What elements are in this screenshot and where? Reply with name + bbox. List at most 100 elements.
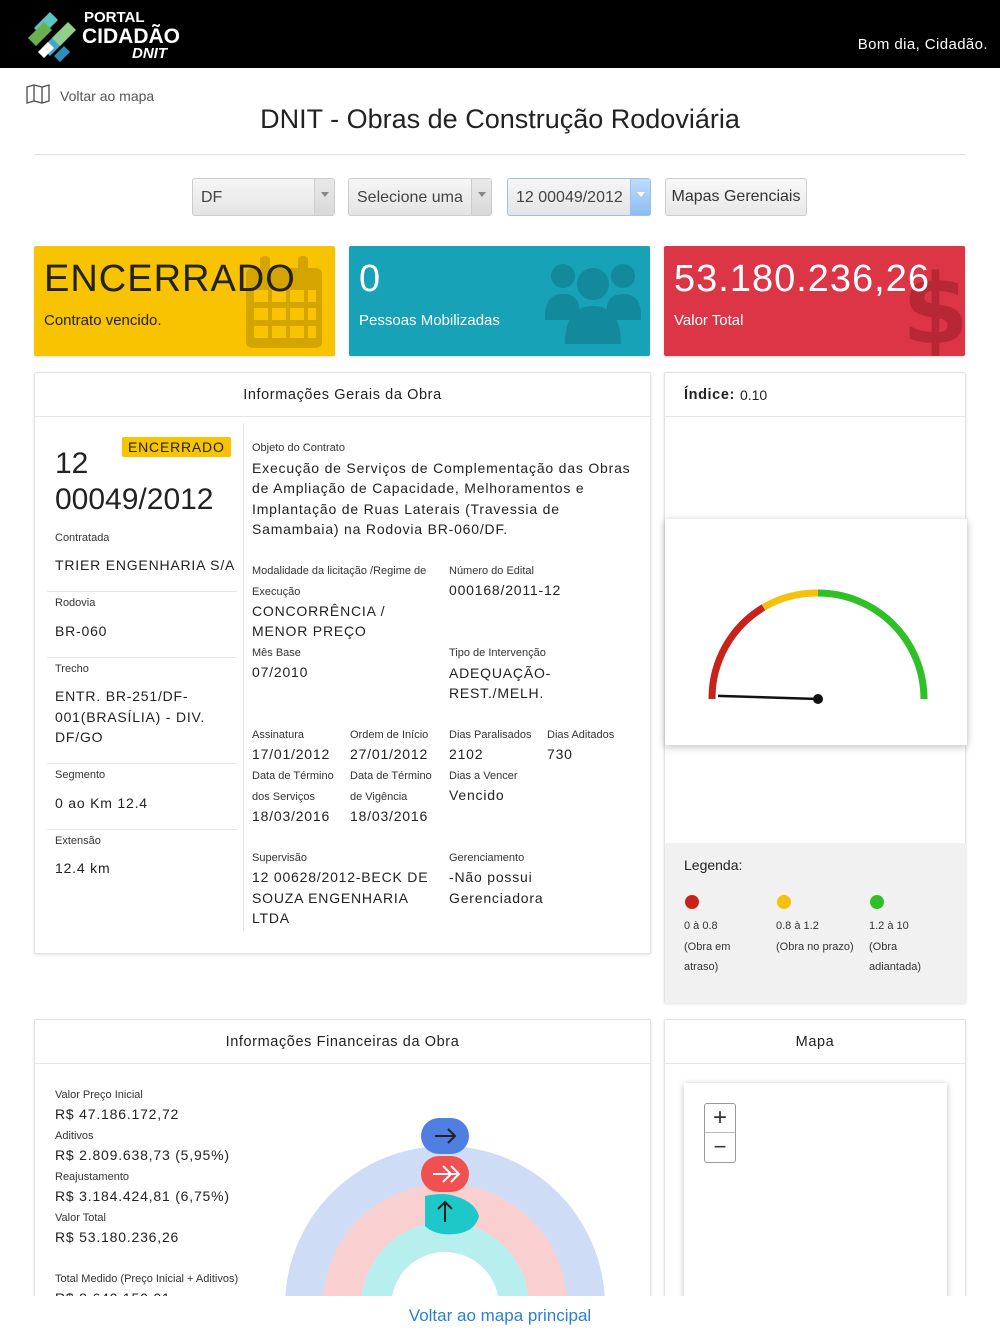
contrato-select[interactable]: 12 00049/2012 bbox=[507, 178, 651, 216]
top-bar: PORTAL CIDADÃO DNIT Bom dia, Cidadão. bbox=[0, 0, 1000, 68]
trecho-label: Trecho bbox=[55, 663, 89, 675]
back-to-main-map-link[interactable]: Voltar ao mapa principal bbox=[0, 1296, 1000, 1334]
ordem-value: 27/01/2012 bbox=[350, 746, 429, 762]
mes-base-label: Mês Base bbox=[252, 647, 301, 659]
objeto-line2: de Ampliação de Capacidade, Melhoramento… bbox=[252, 480, 585, 496]
legend-title: Legenda: bbox=[684, 857, 743, 873]
segmento-value: 0 ao Km 12.4 bbox=[55, 795, 148, 811]
rodovia-label: Rodovia bbox=[55, 597, 96, 609]
vencer-label: Dias a Vencer bbox=[449, 770, 518, 782]
rodovia-select[interactable]: Selecione uma bbox=[348, 178, 492, 216]
financial-rings-chart bbox=[285, 1118, 605, 1306]
uf-select-value: DF bbox=[201, 189, 223, 206]
objeto-line4: Samambaia) na Rodovia BR-060/DF. bbox=[252, 521, 508, 537]
gerenciamento-line1: -Não possui bbox=[449, 869, 533, 885]
gauge-yellow-segment bbox=[761, 589, 819, 611]
separator bbox=[47, 591, 237, 592]
gauge-red-segment bbox=[708, 604, 766, 700]
paralisados-label: Dias Paralisados bbox=[449, 729, 532, 741]
supervisao-line1: 12 00628/2012-BECK DE bbox=[252, 869, 429, 885]
general-info-title: Informações Gerais da Obra bbox=[35, 373, 650, 417]
map-panel: Mapa + − bbox=[664, 1019, 966, 1319]
greeting-text: Bom dia, Cidadão. bbox=[857, 36, 988, 53]
people-card: 0 Pessoas Mobilizadas bbox=[349, 246, 650, 356]
mes-base-value: 07/2010 bbox=[252, 664, 309, 680]
map-canvas[interactable]: + − bbox=[684, 1083, 947, 1318]
index-panel: Índice: 0.10 Legenda: 0 à 0.8 (Obra em a… bbox=[664, 372, 967, 1003]
uf-select[interactable]: DF bbox=[192, 178, 335, 216]
total-medido-label: Total Medido (Preço Inicial + Aditivos) bbox=[55, 1273, 239, 1285]
trecho-line1: ENTR. BR-251/DF- bbox=[55, 688, 189, 704]
index-label: Índice: bbox=[684, 386, 735, 403]
supervisao-line3: LTDA bbox=[252, 910, 290, 926]
reajustamento-label: Reajustamento bbox=[55, 1171, 129, 1183]
map-title: Mapa bbox=[665, 1020, 965, 1064]
tipo-line1: ADEQUAÇÃO- bbox=[449, 665, 552, 681]
aditivos-value: R$ 2.809.638,73 (5,95%) bbox=[55, 1147, 230, 1163]
total-value: 53.180.236,26 bbox=[674, 258, 931, 300]
index-header: Índice: 0.10 bbox=[665, 373, 965, 417]
supervisao-label: Supervisão bbox=[252, 852, 308, 864]
term-vig-value: 18/03/2016 bbox=[350, 808, 429, 824]
aditados-label: Dias Aditados bbox=[547, 729, 615, 741]
financial-info-panel: Informações Financeiras da Obra Valor Pr… bbox=[34, 1019, 651, 1319]
contract-number-line1: 12 bbox=[55, 447, 89, 480]
segmento-label: Segmento bbox=[55, 769, 106, 781]
modalidade-label-line2: Execução bbox=[252, 586, 301, 598]
term-serv-label-line2: dos Serviços bbox=[252, 791, 315, 803]
edital-value: 000168/2011-12 bbox=[449, 582, 562, 598]
map-icon bbox=[26, 84, 50, 104]
financial-info-title: Informações Financeiras da Obra bbox=[35, 1020, 650, 1064]
preco-inicial-label: Valor Preço Inicial bbox=[55, 1089, 143, 1101]
tipo-label: Tipo de Intervenção bbox=[449, 647, 546, 659]
objeto-label: Objeto do Contrato bbox=[252, 442, 345, 454]
status-value: ENCERRADO bbox=[44, 258, 296, 300]
separator bbox=[47, 763, 237, 764]
logo-line-3: DNIT bbox=[132, 45, 167, 62]
gerenciamento-line2: Gerenciadora bbox=[449, 890, 544, 906]
legend-green-range: 1.2 à 10 bbox=[869, 920, 909, 932]
aditados-value: 730 bbox=[547, 746, 573, 762]
objeto-line3: Implantação de Ruas Laterais (Travessia … bbox=[252, 501, 560, 517]
index-value: 0.10 bbox=[739, 386, 768, 403]
modalidade-line2: MENOR PREÇO bbox=[252, 623, 367, 639]
gauge-needle bbox=[717, 694, 819, 701]
zoom-out-button[interactable]: − bbox=[705, 1133, 735, 1162]
edital-label: Número do Edital bbox=[449, 565, 534, 577]
logo-line-2: CIDADÃO bbox=[82, 25, 180, 48]
legend-red-desc-2: atraso) bbox=[684, 961, 719, 973]
ordem-label: Ordem de Início bbox=[350, 729, 429, 741]
mapas-gerenciais-button[interactable]: Mapas Gerenciais bbox=[665, 178, 807, 216]
term-serv-label-line1: Data de Término bbox=[252, 770, 334, 782]
portal-logo[interactable]: PORTAL CIDADÃO DNIT bbox=[24, 6, 194, 64]
rodovia-value: BR-060 bbox=[55, 623, 108, 639]
term-vig-label-line2: de Vigência bbox=[350, 791, 408, 803]
legend-green-desc-2: adiantada) bbox=[869, 961, 921, 973]
separator bbox=[47, 657, 237, 658]
legend-yellow-range: 0.8 à 1.2 bbox=[776, 920, 819, 932]
users-icon bbox=[545, 264, 641, 344]
legend-red-range: 0 à 0.8 bbox=[684, 920, 718, 932]
chevron-down-icon bbox=[471, 179, 491, 215]
page-title: DNIT - Obras de Construção Rodoviária bbox=[260, 104, 740, 134]
title-divider bbox=[34, 154, 966, 155]
zoom-in-button[interactable]: + bbox=[705, 1104, 735, 1133]
term-serv-value: 18/03/2016 bbox=[252, 808, 331, 824]
term-vig-label-line1: Data de Término bbox=[350, 770, 432, 782]
trecho-line2: 001(BRASÍLIA) - DIV. bbox=[55, 709, 206, 725]
back-to-map-label: Voltar ao mapa bbox=[60, 88, 155, 104]
chevron-down-icon bbox=[314, 179, 334, 215]
tipo-line2: REST./MELH. bbox=[449, 685, 545, 701]
legend-yellow-dot bbox=[777, 895, 791, 909]
legend-green-desc-1: (Obra bbox=[869, 941, 898, 953]
modalidade-label-line1: Modalidade da licitação /Regime de bbox=[252, 565, 427, 577]
vencer-value: Vencido bbox=[449, 787, 505, 803]
people-label: Pessoas Mobilizadas bbox=[359, 312, 500, 329]
back-to-map-link[interactable]: Voltar ao mapa bbox=[26, 84, 154, 104]
supervisao-line2: SOUZA ENGENHARIA bbox=[252, 890, 409, 906]
total-card: $ 53.180.236,26 Valor Total bbox=[664, 246, 965, 356]
zoom-control: + − bbox=[704, 1103, 736, 1163]
contratada-label: Contratada bbox=[55, 532, 110, 544]
gauge-card bbox=[665, 519, 967, 745]
objeto-line1: Execução de Serviços de Complementação d… bbox=[252, 460, 631, 476]
